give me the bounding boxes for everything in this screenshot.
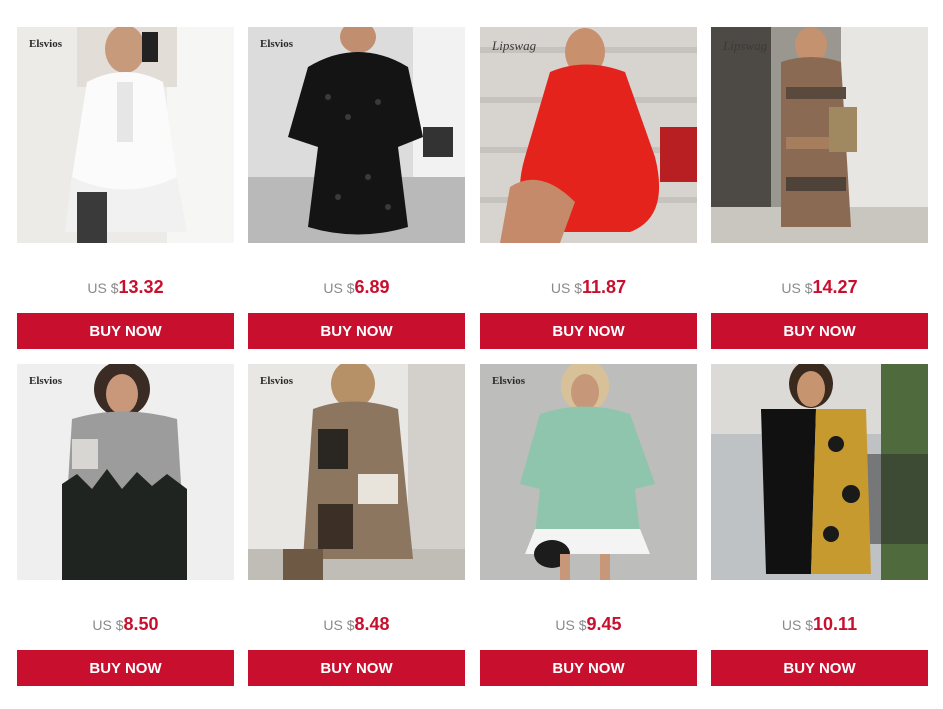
currency-label: US $ xyxy=(550,280,583,296)
product-image-red-dress[interactable]: Lipswag xyxy=(480,27,697,243)
currency-label: US $ xyxy=(87,280,119,296)
brand-label: Elsvios xyxy=(260,38,294,50)
price-amount: 9.45 xyxy=(586,614,622,634)
product-image-chain-print-dress[interactable] xyxy=(711,364,928,580)
price: US $9.45 xyxy=(480,614,697,635)
price: US $13.32 xyxy=(17,277,234,298)
price-amount: 14.27 xyxy=(812,277,858,297)
price: US $8.48 xyxy=(248,614,465,635)
buy-now-button[interactable]: BUY NOW xyxy=(480,313,697,349)
brand-label: Lipswag xyxy=(723,38,768,53)
price-amount: 10.11 xyxy=(813,614,858,634)
price-amount: 8.50 xyxy=(123,614,159,634)
currency-label: US $ xyxy=(781,280,813,296)
price-amount: 6.89 xyxy=(354,277,390,297)
product-image-white-dress[interactable]: Elsvios xyxy=(17,27,234,243)
product-image-black-dress[interactable]: Elsvios xyxy=(248,27,465,243)
currency-label: US $ xyxy=(781,617,814,633)
price: US $8.50 xyxy=(17,614,234,635)
price: US $14.27 xyxy=(711,277,928,298)
buy-now-button[interactable]: BUY NOW xyxy=(711,650,928,686)
product-image-leopard-dress[interactable]: Elsvios xyxy=(248,364,465,580)
price-amount: 11.87 xyxy=(582,277,627,297)
price-amount: 8.48 xyxy=(354,614,390,634)
buy-now-button[interactable]: BUY NOW xyxy=(17,650,234,686)
price: US $11.87 xyxy=(480,277,697,298)
buy-now-button[interactable]: BUY NOW xyxy=(480,650,697,686)
brand-label: Lipswag xyxy=(492,38,537,53)
buy-now-button[interactable]: BUY NOW xyxy=(711,313,928,349)
product-image-grey-sweater-dress[interactable]: Elsvios xyxy=(17,364,234,580)
price: US $6.89 xyxy=(248,277,465,298)
buy-now-button[interactable]: BUY NOW xyxy=(248,650,465,686)
brand-label: Elsvios xyxy=(29,375,63,387)
product-image-plaid-dress[interactable]: Lipswag xyxy=(711,27,928,243)
brand-label: Elsvios xyxy=(492,375,526,387)
price: US $10.11 xyxy=(711,614,928,635)
brand-label: Elsvios xyxy=(29,38,63,50)
currency-label: US $ xyxy=(92,617,124,633)
currency-label: US $ xyxy=(323,617,355,633)
currency-label: US $ xyxy=(323,280,355,296)
product-grid: Elsvios US $13.32 BUY NOW Elsvios US $6.… xyxy=(0,0,943,709)
brand-label: Elsvios xyxy=(260,375,294,387)
price-amount: 13.32 xyxy=(118,277,164,297)
product-image-mint-dress[interactable]: Elsvios xyxy=(480,364,697,580)
currency-label: US $ xyxy=(555,617,587,633)
buy-now-button[interactable]: BUY NOW xyxy=(248,313,465,349)
buy-now-button[interactable]: BUY NOW xyxy=(17,313,234,349)
